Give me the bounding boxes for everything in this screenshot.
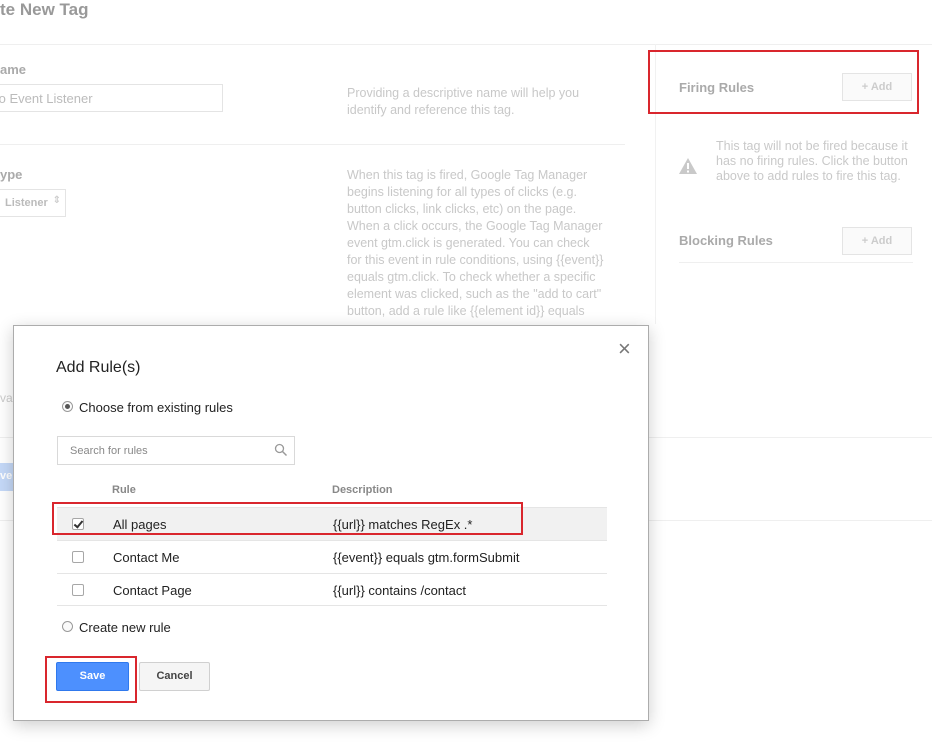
no-firing-rules-warning: This tag will not be fired because it ha… (716, 139, 908, 183)
rule-column-header: Rule (112, 484, 136, 496)
choose-existing-label: Choose from existing rules (79, 400, 233, 415)
create-new-label: Create new rule (79, 620, 171, 635)
close-icon[interactable]: × (618, 338, 631, 360)
partial-save-button[interactable]: ve (0, 463, 14, 491)
sidebar-divider-line (679, 262, 913, 263)
help-line: begins listening for all types of clicks… (347, 185, 577, 199)
add-blocking-rule-button[interactable]: + Add (842, 227, 912, 255)
dialog-title: Add Rule(s) (56, 359, 141, 376)
help-line: When a click occurs, the Google Tag Mana… (347, 219, 603, 233)
help-line: for this event in rule conditions, using… (347, 253, 604, 267)
add-rules-dialog: Add Rule(s) × Choose from existing rules… (13, 325, 649, 721)
row-checkbox[interactable] (72, 551, 84, 563)
tag-name-label: ame (0, 62, 27, 77)
rule-description: {{url}} contains /contact (333, 583, 466, 598)
select-arrows-icon: ⇕ (52, 195, 61, 206)
tag-name-help: Providing a descriptive name will help y… (347, 86, 580, 117)
cancel-button[interactable]: Cancel (139, 662, 210, 691)
highlight-all-pages-row (52, 502, 523, 535)
rule-search-box (57, 436, 295, 465)
tag-name-input[interactable]: to Event Listener (0, 84, 223, 112)
help-line: When this tag is fired, Google Tag Manag… (347, 168, 588, 182)
header-divider (0, 44, 932, 45)
rule-search-input[interactable] (68, 437, 272, 465)
tag-type-value: Listener (5, 197, 48, 209)
row-checkbox[interactable] (72, 584, 84, 596)
warning-icon (679, 158, 697, 174)
create-new-radio[interactable] (62, 621, 73, 632)
rule-description: {{event}} equals gtm.formSubmit (333, 550, 520, 565)
help-line: equals gtm.click. To check whether a spe… (347, 270, 596, 284)
help-line: button, add a rule like {{element id}} e… (347, 304, 585, 318)
tag-type-select[interactable]: Listener ⇕ (0, 189, 66, 217)
blocking-rules-heading: Blocking Rules (679, 233, 773, 248)
table-row[interactable]: Contact Page {{url}} contains /contact (57, 573, 607, 606)
rule-name: Contact Me (113, 550, 180, 565)
help-line: element was clicked, such as the "add to… (347, 287, 602, 301)
choose-existing-radio[interactable] (62, 401, 73, 412)
highlight-firing-rules (648, 50, 919, 114)
table-row[interactable]: Contact Me {{event}} equals gtm.formSubm… (57, 540, 607, 573)
partial-save-label: ve (0, 470, 13, 482)
tag-type-help: When this tag is fired, Google Tag Manag… (347, 167, 622, 320)
page-title: te New Tag (0, 0, 89, 19)
tag-type-label: ype (0, 167, 23, 182)
description-column-header: Description (332, 484, 393, 496)
partial-label: va (0, 391, 13, 405)
help-line: event gtm.click is generated. You can ch… (347, 236, 590, 250)
search-icon (274, 443, 288, 457)
rule-name: Contact Page (113, 583, 192, 598)
highlight-save-button (45, 656, 137, 703)
section-divider (0, 144, 625, 145)
help-line: button clicks, link clicks, etc) on the … (347, 202, 577, 216)
